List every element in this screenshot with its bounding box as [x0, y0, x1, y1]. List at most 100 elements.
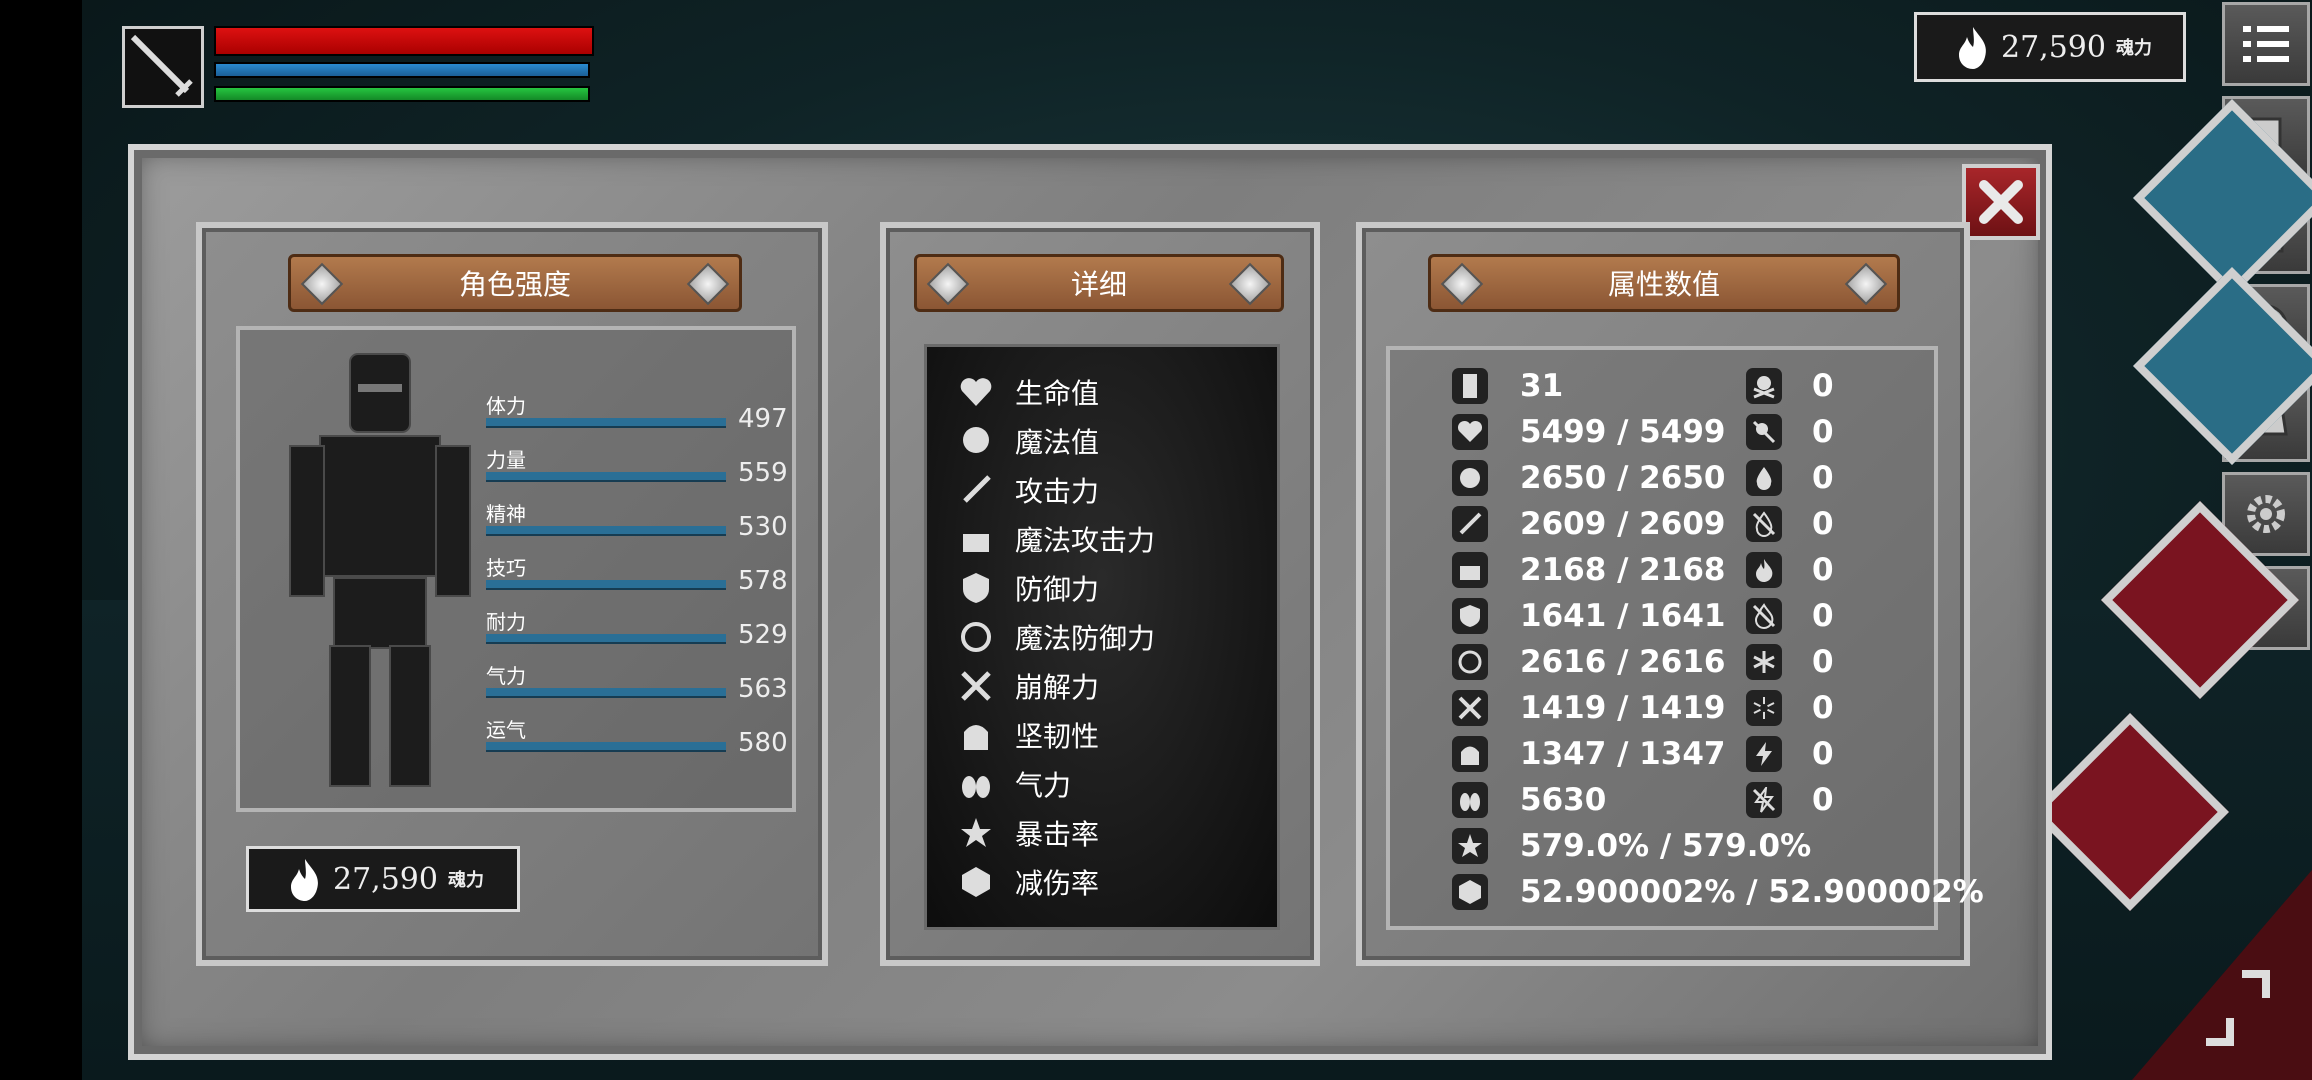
stat-label: 体力	[486, 394, 526, 418]
stat-value: 529	[738, 620, 788, 650]
attribute-value: 5630	[1520, 782, 1607, 818]
soul-display: 27,590 魂力	[246, 846, 520, 912]
stat-bar	[486, 688, 726, 698]
detail-label: 坚韧性	[1015, 719, 1100, 753]
resistance-value: 0	[1812, 552, 1834, 588]
resistance-row: 0	[1746, 552, 1834, 588]
list-item: 防御力	[957, 563, 1277, 612]
list-item: 魔法防御力	[957, 612, 1277, 661]
attribute-value: 5499 / 5499	[1520, 414, 1726, 450]
equipped-weapon-slot[interactable]	[122, 26, 204, 108]
detail-label: 防御力	[1015, 572, 1100, 606]
left-edge-bar	[0, 0, 82, 1080]
blood-crossed-icon	[1746, 506, 1782, 542]
sword-icon	[1452, 506, 1488, 542]
resistance-row: 0	[1746, 736, 1834, 772]
fire-icon	[1746, 552, 1782, 588]
stat-label: 运气	[486, 718, 526, 742]
resistance-value: 0	[1812, 368, 1834, 404]
resistance-value: 0	[1812, 414, 1834, 450]
stat-bar	[486, 526, 726, 536]
attribute-row: 2609 / 2609	[1452, 506, 1725, 542]
mana-bar	[214, 62, 590, 78]
head-icon	[957, 422, 995, 460]
resistance-value: 0	[1812, 506, 1834, 542]
soul-unit: 魂力	[447, 870, 484, 891]
attribute-row: 2616 / 2616	[1452, 644, 1725, 680]
stat-label: 力量	[486, 448, 526, 472]
break-icon	[1452, 690, 1488, 726]
menu-list-icon	[2243, 26, 2289, 62]
resistance-row: 0	[1746, 782, 1834, 818]
attribute-row: 5499 / 5499	[1452, 414, 1725, 450]
list-item: 生命值	[957, 367, 1277, 416]
stat-value: 578	[738, 566, 788, 596]
helmet-icon	[1452, 736, 1488, 772]
attribute-value: 2650 / 2650	[1520, 460, 1726, 496]
stat-bar	[486, 742, 726, 752]
attribute-row: 1641 / 1641	[1452, 598, 1725, 634]
shield-icon	[957, 569, 995, 607]
soul-unit: 魂力	[2115, 38, 2152, 59]
blood-drop-icon	[1746, 460, 1782, 496]
list-item: 崩解力	[957, 661, 1277, 710]
list-item: 攻击力	[957, 465, 1277, 514]
attribute-row: 31	[1452, 368, 1563, 404]
expand-icon[interactable]	[2196, 968, 2276, 1048]
magic-defense-icon	[957, 618, 995, 656]
character-strength-header: 角色强度	[288, 254, 742, 312]
attribute-value: 1419 / 1419	[1520, 690, 1726, 726]
attribute-value: 1347 / 1347	[1520, 736, 1726, 772]
stat-label: 耐力	[486, 610, 526, 634]
detail-label: 生命值	[1015, 376, 1100, 410]
gear-icon	[2247, 495, 2285, 533]
crit-icon	[1452, 828, 1488, 864]
stat-value: 497	[738, 404, 788, 434]
resistance-row: 0	[1746, 690, 1834, 726]
frost-icon	[1746, 644, 1782, 680]
resistance-value: 0	[1812, 598, 1834, 634]
stat-label: 气力	[486, 664, 526, 688]
resistance-row: 0	[1746, 644, 1834, 680]
detail-label: 魔法防御力	[1015, 621, 1156, 655]
health-bar	[214, 26, 594, 56]
lungs-icon	[957, 765, 995, 803]
list-item: 减伤率	[957, 857, 1277, 906]
shield-icon	[1452, 598, 1488, 634]
stat-bar	[486, 580, 726, 590]
close-icon	[1979, 180, 2023, 224]
attribute-row: 2650 / 2650	[1452, 460, 1725, 496]
details-list: 生命值 魔法值 攻击力 魔法攻击力 防御力 魔法防御力 崩解力 坚韧性 气力 暴…	[924, 344, 1280, 930]
lightning-crossed-icon	[1746, 782, 1782, 818]
resistance-value: 0	[1812, 644, 1834, 680]
detail-label: 攻击力	[1015, 474, 1100, 508]
list-item: 暴击率	[957, 808, 1277, 857]
attribute-value: 2168 / 2168	[1520, 552, 1726, 588]
resistance-value: 0	[1812, 736, 1834, 772]
detail-label: 暴击率	[1015, 817, 1100, 851]
soul-value: 27,590	[2001, 29, 2106, 65]
reduce-icon	[1452, 874, 1488, 910]
resistance-row: 0	[1746, 368, 1834, 404]
lightning-icon	[1746, 736, 1782, 772]
stat-label: 技巧	[486, 556, 526, 580]
detail-label: 气力	[1015, 768, 1072, 802]
resistance-row: 0	[1746, 414, 1834, 450]
attribute-values-header: 属性数值	[1428, 254, 1900, 312]
resistance-row: 0	[1746, 598, 1834, 634]
close-button[interactable]	[1962, 164, 2040, 240]
attribute-value: 52.900002% / 52.900002%	[1520, 874, 1984, 910]
stat-value: 580	[738, 728, 788, 758]
resistance-value: 0	[1812, 690, 1834, 726]
flame-icon	[291, 859, 318, 901]
detail-label: 魔法值	[1015, 425, 1100, 459]
attribute-row: 1419 / 1419	[1452, 690, 1725, 726]
resistance-row: 0	[1746, 460, 1834, 496]
crit-icon	[957, 814, 995, 852]
sword-icon	[957, 471, 995, 509]
list-item: 气力	[957, 759, 1277, 808]
menu-button[interactable]	[2222, 2, 2310, 86]
attribute-value: 2609 / 2609	[1520, 506, 1726, 542]
stat-bar	[486, 634, 726, 644]
heart-icon	[1452, 414, 1488, 450]
